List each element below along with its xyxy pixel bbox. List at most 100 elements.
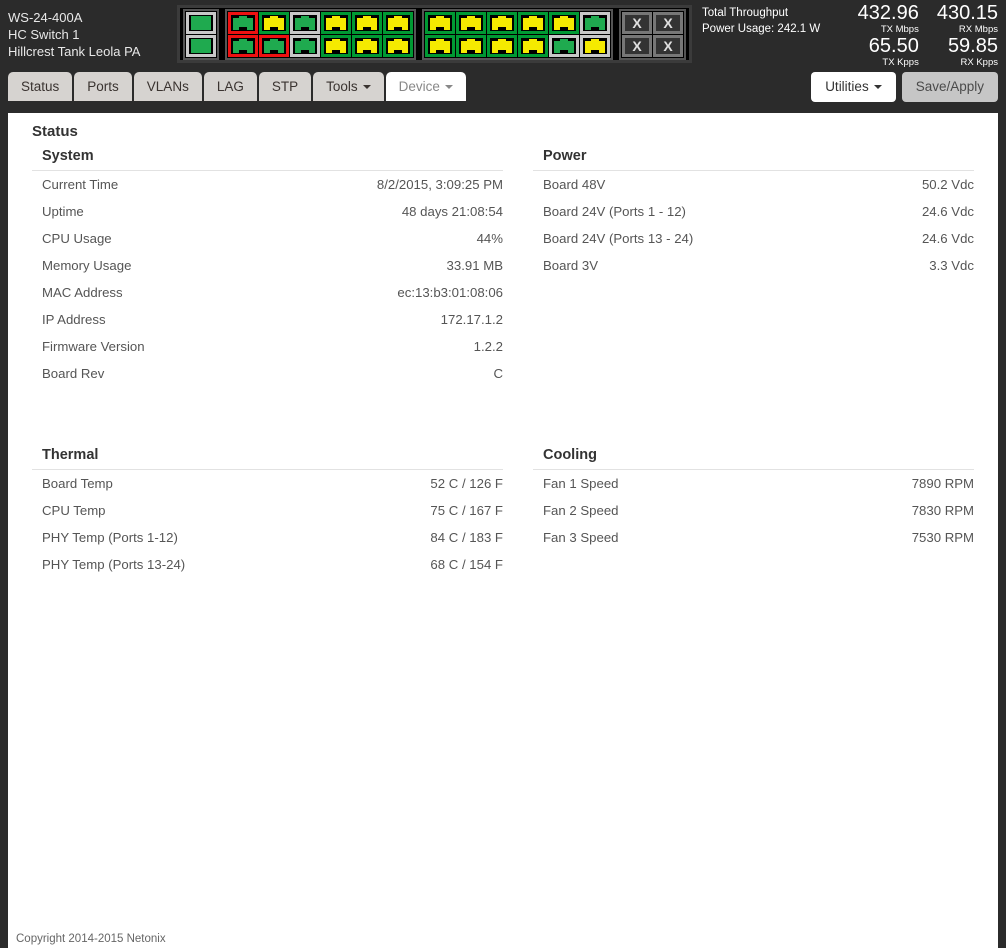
status-row-value: 3.3 Vdc: [929, 258, 974, 274]
port-disabled[interactable]: X: [653, 35, 683, 57]
port-indicator[interactable]: [321, 12, 351, 34]
status-row: CPU Usage44%: [32, 225, 503, 252]
power-section-title: Power: [543, 148, 974, 164]
tab-vlans[interactable]: VLANs: [134, 72, 202, 101]
port-indicator[interactable]: [456, 12, 486, 34]
status-row-label: PHY Temp (Ports 13-24): [42, 557, 185, 573]
rx-mbps-value: 430.15: [937, 3, 998, 24]
status-row: Memory Usage33.91 MB: [32, 252, 503, 279]
port-indicator[interactable]: [228, 35, 258, 57]
status-row-value: 48 days 21:08:54: [402, 204, 503, 220]
tab-tools[interactable]: Tools: [313, 72, 384, 101]
port-indicator[interactable]: [549, 12, 579, 34]
cooling-section: Cooling Fan 1 Speed 7890 RPM Fan 2 Speed78…: [503, 439, 974, 578]
utilities-label: Utilities: [825, 79, 869, 94]
port-indicator[interactable]: [518, 35, 548, 57]
system-section: System Current Time8/2/2015, 3:09:25 PMU…: [32, 140, 503, 387]
rx-kpps-value: 59.85: [937, 36, 998, 57]
port-indicator[interactable]: [425, 35, 455, 57]
tab-status[interactable]: Status: [8, 72, 72, 101]
port-indicator[interactable]: [186, 35, 216, 57]
tab-ports[interactable]: Ports: [74, 72, 132, 101]
port-indicator[interactable]: [518, 12, 548, 34]
port-column: XX: [622, 12, 652, 57]
port-column: [383, 12, 413, 57]
port-group-disabled: XXXX: [619, 9, 686, 60]
status-row-value: 7530 RPM: [912, 530, 974, 546]
port-indicator[interactable]: [186, 12, 216, 34]
status-row: Fan 3 Speed7530 RPM: [533, 524, 974, 551]
port-indicator[interactable]: [487, 12, 517, 34]
port-indicator[interactable]: [383, 12, 413, 34]
tab-label: VLANs: [147, 79, 189, 94]
tx-mbps-value: 432.96: [858, 3, 919, 24]
tab-lag[interactable]: LAG: [204, 72, 257, 101]
tab-stp[interactable]: STP: [259, 72, 311, 101]
port-column: [259, 12, 289, 57]
port-indicator[interactable]: [290, 12, 320, 34]
status-row: Firmware Version1.2.2: [32, 333, 503, 360]
footer-copyright: Copyright 2014-2015 Netonix: [16, 933, 166, 945]
port-indicator[interactable]: [352, 12, 382, 34]
status-row-value: 68 C / 154 F: [430, 557, 503, 573]
status-row-value: 7830 RPM: [912, 503, 974, 519]
status-row-label: CPU Usage: [42, 231, 112, 247]
port-indicator[interactable]: [580, 35, 610, 57]
status-row: Board 24V (Ports 13 - 24)24.6 Vdc: [533, 225, 974, 252]
status-row-label: Firmware Version: [42, 339, 145, 355]
status-row-value: 7890 RPM: [912, 476, 974, 492]
port-indicator[interactable]: [425, 12, 455, 34]
port-indicator[interactable]: [228, 12, 258, 34]
status-row-label: Uptime: [42, 204, 84, 220]
device-name: HC Switch 1: [8, 26, 177, 43]
status-row: PHY Temp (Ports 13-24) 68 C / 154 F: [32, 551, 503, 578]
status-row: Board 3V3.3 Vdc: [533, 252, 974, 279]
status-row-value: 8/2/2015, 3:09:25 PM: [377, 177, 503, 193]
status-row-label: Board Rev: [42, 366, 104, 382]
port-column: [186, 12, 216, 57]
device-model: WS-24-400A: [8, 9, 177, 26]
port-group-sfp: [183, 9, 219, 60]
top-bar: WS-24-400A HC Switch 1 Hillcrest Tank Le…: [0, 0, 1006, 68]
status-row: Uptime 48 days 21:08:54: [32, 198, 503, 225]
tx-mbps-stat: 432.96 TX Mbps: [858, 3, 919, 36]
port-indicator[interactable]: [580, 12, 610, 34]
port-indicator[interactable]: [383, 35, 413, 57]
status-row: Fan 2 Speed7830 RPM: [533, 497, 974, 524]
port-disabled[interactable]: X: [653, 12, 683, 34]
save-apply-button[interactable]: Save/Apply: [902, 72, 998, 102]
status-row: Board 24V (Ports 1 - 12)24.6 Vdc: [533, 198, 974, 225]
port-indicator[interactable]: [352, 35, 382, 57]
chevron-down-icon: [363, 85, 371, 89]
status-row-bottom: Thermal Board Temp52 C / 126 FCPU Temp75…: [8, 439, 998, 578]
utilities-button[interactable]: Utilities: [811, 72, 896, 102]
port-map[interactable]: XXXX: [177, 5, 692, 63]
port-indicator[interactable]: [259, 35, 289, 57]
port-indicator[interactable]: [487, 35, 517, 57]
status-row: MAC Addressec:13:b3:01:08:06: [32, 279, 503, 306]
status-row-value: ec:13:b3:01:08:06: [397, 285, 503, 301]
port-indicator[interactable]: [549, 35, 579, 57]
device-identity: WS-24-400A HC Switch 1 Hillcrest Tank Le…: [0, 9, 177, 60]
port-indicator[interactable]: [456, 35, 486, 57]
port-indicator[interactable]: [290, 35, 320, 57]
port-column: [228, 12, 258, 57]
chevron-down-icon: [445, 85, 453, 89]
device-location: Hillcrest Tank Leola PA: [8, 43, 177, 60]
tab-device[interactable]: Device: [386, 72, 466, 101]
port-disabled[interactable]: X: [622, 35, 652, 57]
port-column: XX: [653, 12, 683, 57]
status-row-label: Board Temp: [42, 476, 113, 492]
port-indicator[interactable]: [321, 35, 351, 57]
port-group-rj45: [422, 9, 613, 60]
power-section: Power Board 48V50.2 VdcBoard 24V (Ports …: [503, 140, 974, 387]
port-column: [352, 12, 382, 57]
port-column: [487, 12, 517, 57]
port-indicator[interactable]: [259, 12, 289, 34]
status-row-label: Fan 1 Speed: [543, 476, 619, 492]
status-row: IP Address172.17.1.2: [32, 306, 503, 333]
status-row-value: 52 C / 126 F: [430, 476, 503, 492]
port-disabled[interactable]: X: [622, 12, 652, 34]
cooling-section-title: Cooling: [543, 447, 974, 463]
port-column: [321, 12, 351, 57]
